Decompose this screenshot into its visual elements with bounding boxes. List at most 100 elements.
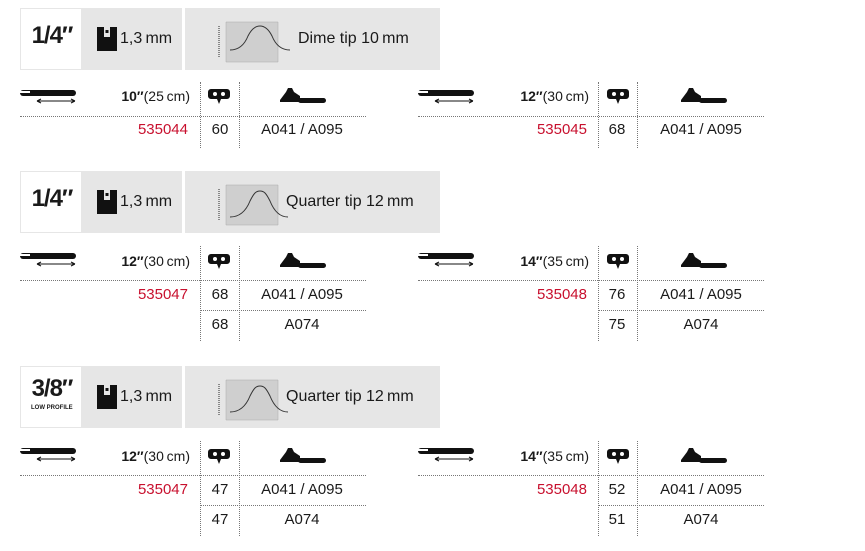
column-divider [598,246,599,341]
drive-links-value: 68 [608,121,626,138]
drive-link-icon [208,89,230,104]
part-number: 535047 [137,481,188,498]
chainsaw-icon [681,88,727,103]
pitch-label: 3/8″ [31,375,74,402]
header-divider [182,366,185,428]
model-value: A041 / A095 [261,286,343,303]
model-value: A041 / A095 [261,121,343,138]
pitch-box: 1/4″ [20,171,82,233]
part-number: 535045 [536,121,587,138]
model-value: A041 / A095 [660,481,742,498]
row-divider [200,505,366,506]
drive-links-value: 47 [211,511,229,528]
chainsaw-icon [280,448,326,463]
drive-links-value: 52 [608,481,626,498]
row-divider [20,116,366,117]
drive-links-value: 68 [211,316,229,333]
model-value: A041 / A095 [261,481,343,498]
bar-length-label: 12″(30 cm) [121,448,190,464]
gauge-label: 1,3 mm [120,388,173,405]
gauge-icon [97,27,117,51]
chainsaw-icon [280,253,326,268]
bar-tip-outline-icon [218,184,289,226]
gauge-icon [97,385,117,409]
pitch-label: 1/4″ [31,185,74,212]
drive-links-value: 51 [608,511,626,528]
drive-link-icon [208,449,230,464]
model-value: A041 / A095 [660,121,742,138]
column-divider [637,441,638,536]
gauge-label: 1,3 mm [120,30,173,47]
guide-bar-length-icon [20,90,76,104]
row-divider [200,310,366,311]
column-divider [598,82,599,148]
row-divider [598,505,764,506]
part-number: 535048 [536,481,587,498]
column-divider [637,246,638,341]
drive-links-value: 47 [211,481,229,498]
section-three-eighths-low-profile: 3/8″ LOW PROFILE 1,3 mm Quarter tip 12 m… [0,358,865,536]
pitch-label: 1/4″ [31,22,74,49]
chainsaw-icon [681,448,727,463]
bar-length-label: 12″(30 cm) [520,88,589,104]
drive-link-icon [208,254,230,269]
bar-length-label: 14″(35 cm) [520,253,589,269]
row-divider [418,280,764,281]
drive-links-value: 60 [211,121,229,138]
part-number: 535044 [137,121,188,138]
gauge-icon [97,190,117,214]
model-value: A074 [284,316,320,333]
section-header: 1/4″ 1,3 mm Dime tip 10 mm [20,8,440,70]
pitch-sub-label: LOW PROFILE [31,405,73,411]
column-divider [239,441,240,536]
drive-link-icon [607,89,629,104]
bar-tip-outline-icon [218,379,289,421]
drive-link-icon [607,254,629,269]
guide-bar-length-icon [418,90,474,104]
row-divider [418,475,764,476]
row-divider [20,280,366,281]
gauge-label: 1,3 mm [120,193,173,210]
column-divider [637,82,638,148]
column-divider [598,441,599,536]
drive-links-value: 68 [211,286,229,303]
section-header: 1/4″ 1,3 mm Quarter tip 12 mm [20,171,440,233]
row-divider [598,310,764,311]
guide-bar-length-icon [20,448,76,462]
part-number: 535047 [137,286,188,303]
bar-tip-outline-icon [216,20,290,64]
row-divider [418,116,764,117]
guide-bar-length-icon [20,253,76,267]
header-divider [182,8,185,70]
bar-length-label: 10″(25 cm) [121,88,190,104]
chainsaw-icon [681,253,727,268]
section-header: 3/8″ LOW PROFILE 1,3 mm Quarter tip 12 m… [20,366,440,428]
tip-label: Quarter tip 12 mm [286,193,414,210]
guide-bar-length-icon [418,448,474,462]
section-quarter-inch-quarter-tip: 1/4″ 1,3 mm Quarter tip 12 mm 12″(30 cm)… [0,163,865,341]
column-divider [200,246,201,341]
section-quarter-inch-dime: 1/4″ 1,3 mm Dime tip 10 mm 10″(25 cm) 53… [0,0,865,175]
model-value: A074 [683,511,719,528]
tip-label: Quarter tip 12 mm [286,388,414,405]
chainsaw-icon [280,88,326,103]
drive-link-icon [607,449,629,464]
row-divider [20,475,366,476]
drive-links-value: 75 [608,316,626,333]
column-divider [200,441,201,536]
model-value: A074 [284,511,320,528]
drive-links-value: 76 [608,286,626,303]
model-value: A041 / A095 [660,286,742,303]
guide-bar-length-icon [418,253,474,267]
column-divider [239,246,240,341]
column-divider [239,82,240,148]
bar-length-label: 12″(30 cm) [121,253,190,269]
header-divider [182,171,185,233]
model-value: A074 [683,316,719,333]
tip-label: Dime tip 10 mm [298,30,409,47]
pitch-box: 3/8″ LOW PROFILE [20,366,82,428]
bar-length-label: 14″(35 cm) [520,448,589,464]
column-divider [200,82,201,148]
part-number: 535048 [536,286,587,303]
pitch-box: 1/4″ [20,8,82,70]
